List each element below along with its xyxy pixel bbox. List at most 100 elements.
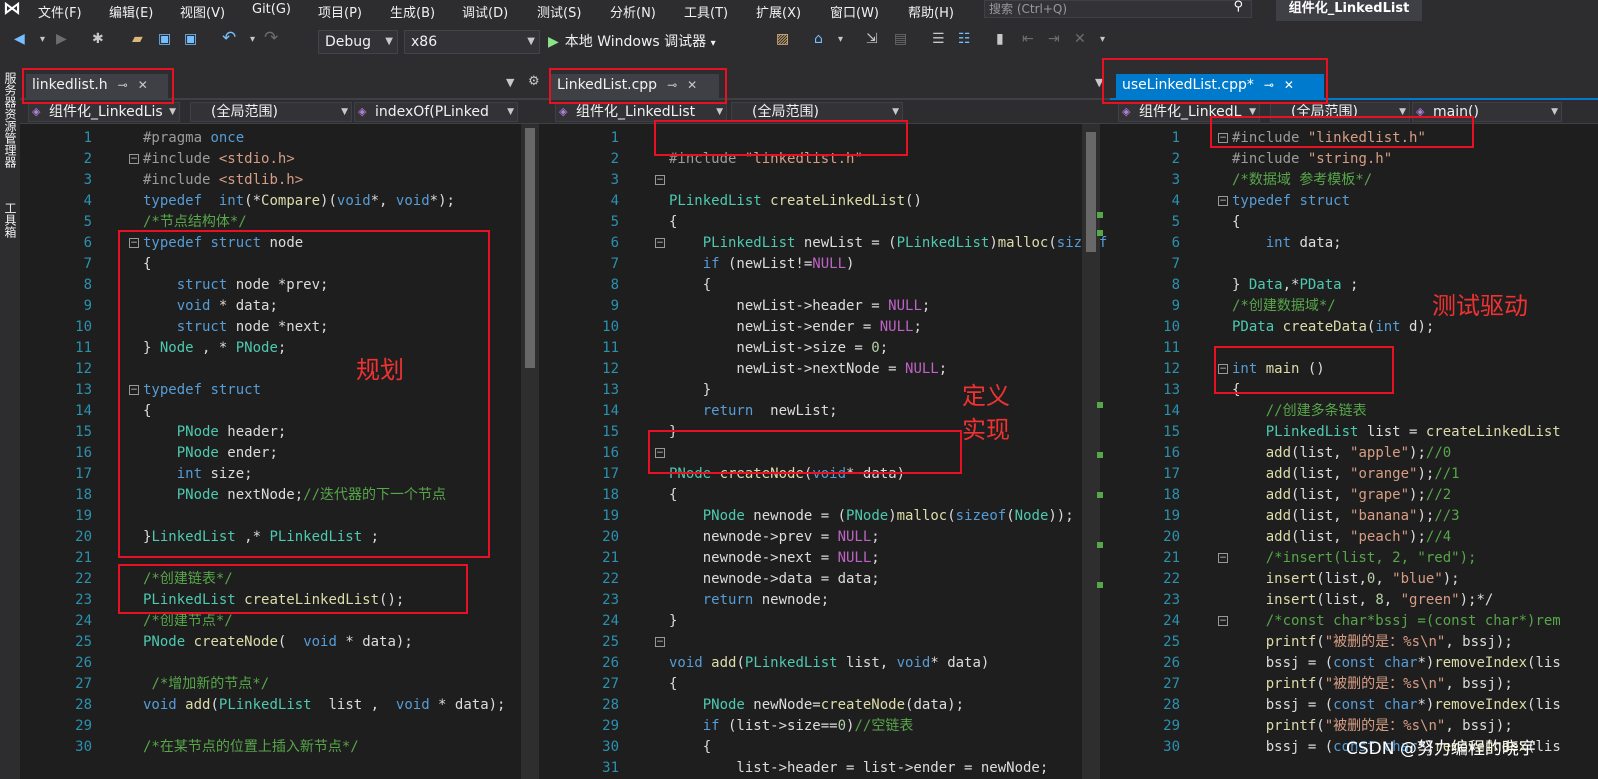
code-line[interactable]: 7 if (newList!=NULL): [547, 254, 1110, 275]
code-line[interactable]: 25 PNode createNode( void * data);: [20, 632, 547, 653]
fold-toggle-icon[interactable]: −: [1218, 196, 1228, 206]
code-line[interactable]: 4 typedef struct −: [1110, 191, 1598, 212]
vertical-scrollbar[interactable]: [521, 124, 539, 779]
code-line[interactable]: 3−: [547, 170, 1110, 191]
code-editor[interactable]: 1 #include "linkedlist.h" −2 #include "stri…: [1110, 124, 1598, 779]
code-line[interactable]: 27 printf("被删的是：%s\n", bssj);: [1110, 674, 1598, 695]
code-line[interactable]: 30 {: [547, 737, 1110, 758]
scroll-thumb[interactable]: [525, 128, 535, 368]
code-line[interactable]: 15 PLinkedList list = createLinkedList: [1110, 422, 1598, 443]
code-line[interactable]: 29 if (list->size==0)//空链表: [547, 716, 1110, 737]
new-project-icon[interactable]: ✱: [92, 31, 104, 47]
fold-toggle-icon[interactable]: −: [1218, 553, 1228, 563]
search-box[interactable]: 搜索 (Ctrl+Q) ⚲: [984, 0, 1252, 18]
menu-view[interactable]: 视图(V): [180, 2, 225, 21]
fold-toggle-icon[interactable]: −: [1218, 616, 1228, 626]
code-line[interactable]: 6 int data;: [1110, 233, 1598, 254]
browser-icon[interactable]: ⌂: [814, 31, 823, 47]
code-line[interactable]: 28 PNode newNode=createNode(data);: [547, 695, 1110, 716]
code-line[interactable]: 28 bssj = (const char*)removeIndex(lis: [1110, 695, 1598, 716]
code-line[interactable]: 6 PLinkedList newList = (PLinkedList)mal…: [547, 233, 1110, 254]
back-icon[interactable]: ◀: [14, 31, 25, 47]
code-line[interactable]: 25 −: [547, 632, 1110, 653]
code-line[interactable]: 4 typedef int(*Compare)(void*, void*);: [20, 191, 547, 212]
platform-dropdown[interactable]: x86 ▼: [404, 30, 540, 54]
layout-icon[interactable]: ▤: [894, 31, 907, 47]
code-line[interactable]: 21 /*insert(list, 2, "red"); −: [1110, 548, 1598, 569]
code-line[interactable]: 19 PNode newnode = (PNode)malloc(sizeof(…: [547, 506, 1110, 527]
scroll-thumb[interactable]: [1086, 132, 1096, 252]
code-line[interactable]: 30 /*在某节点的位置上插入新节点*/: [20, 737, 547, 758]
back-dropdown-icon[interactable]: ▾: [40, 34, 45, 45]
redo-icon[interactable]: ↷: [264, 28, 278, 48]
code-line[interactable]: 14 return newList;: [547, 401, 1110, 422]
code-line[interactable]: 24 /*创建节点*/: [20, 611, 547, 632]
code-line[interactable]: 31 list->header = list->ender = newNode;: [547, 758, 1110, 779]
menu-edit[interactable]: 编辑(E): [109, 2, 153, 21]
step-icon[interactable]: ⇲: [866, 31, 878, 47]
fold-toggle-icon[interactable]: −: [655, 238, 665, 248]
fold-toggle-icon[interactable]: −: [655, 637, 665, 647]
code-line[interactable]: 18 {: [547, 485, 1110, 506]
project-dropdown[interactable]: ◈ 组件化_LinkedLis ▼: [28, 102, 180, 122]
menu-tools[interactable]: 工具(T): [684, 2, 728, 21]
code-line[interactable]: 1 #pragma once: [20, 128, 547, 149]
code-line[interactable]: 3 /*数据域 参考模板*/: [1110, 170, 1598, 191]
open-folder-icon[interactable]: ▰: [132, 31, 143, 47]
code-line[interactable]: 3 #include <stdlib.h>: [20, 170, 547, 191]
code-line[interactable]: 7: [1110, 254, 1598, 275]
code-line[interactable]: 26 bssj = (const char*)removeIndex(lis: [1110, 653, 1598, 674]
code-line[interactable]: 11 newList->size = 0;: [547, 338, 1110, 359]
code-line[interactable]: 17 add(list, "orange");//1: [1110, 464, 1598, 485]
code-line[interactable]: 28 void add(PLinkedList list , void * dat…: [20, 695, 547, 716]
project-dropdown[interactable]: ◈ 组件化_LinkedList ▼: [555, 102, 727, 122]
code-line[interactable]: 9 newList->header = NULL;: [547, 296, 1110, 317]
prev-bookmark-icon[interactable]: ⇤: [1022, 31, 1034, 47]
code-line[interactable]: 29: [20, 716, 547, 737]
code-line[interactable]: 19 add(list, "banana");//3: [1110, 506, 1598, 527]
code-line[interactable]: 24 /*const char*bssj =(const char*)rem −: [1110, 611, 1598, 632]
server-explorer-tab[interactable]: 服务器资源管理器: [2, 72, 19, 168]
config-dropdown[interactable]: Debug ▼: [318, 30, 398, 54]
menu-build[interactable]: 生成(B): [390, 2, 435, 21]
bookmark-icon[interactable]: ▮: [996, 31, 1004, 47]
menu-extensions[interactable]: 扩展(X): [756, 2, 801, 21]
save-icon[interactable]: ▣: [158, 31, 171, 47]
code-line[interactable]: 23 return newnode;: [547, 590, 1110, 611]
code-line[interactable]: 10 newList->ender = NULL;: [547, 317, 1110, 338]
browser-dropdown-icon[interactable]: ▾: [838, 34, 843, 45]
forward-icon[interactable]: ▶: [56, 31, 67, 47]
undo-dropdown-icon[interactable]: ▾: [250, 34, 255, 45]
code-line[interactable]: 24}: [547, 611, 1110, 632]
code-line[interactable]: 26 void add(PLinkedList list, void* data): [547, 653, 1110, 674]
clear-bookmarks-icon[interactable]: ✕: [1074, 31, 1086, 47]
code-line[interactable]: 14 //创建多条链表: [1110, 401, 1598, 422]
code-line[interactable]: 27 /*增加新的节点*/: [20, 674, 547, 695]
member-dropdown[interactable]: ◈ indexOf(PLinked ▼: [354, 102, 518, 122]
code-line[interactable]: 5{: [547, 212, 1110, 233]
save-all-icon[interactable]: ▣: [184, 31, 197, 47]
scope-dropdown[interactable]: (全局范围) ▼: [731, 102, 903, 122]
code-line[interactable]: 18 add(list, "grape");//2: [1110, 485, 1598, 506]
code-line[interactable]: 2 #include <stdio.h> −: [20, 149, 547, 170]
menu-analyze[interactable]: 分析(N): [610, 2, 656, 21]
code-line[interactable]: 20 add(list, "peach");//4: [1110, 527, 1598, 548]
code-line[interactable]: 27 {: [547, 674, 1110, 695]
menu-help[interactable]: 帮助(H): [908, 2, 954, 21]
code-line[interactable]: 22 newnode->data = data;: [547, 569, 1110, 590]
settings-gear-icon[interactable]: ⚙: [528, 74, 540, 89]
code-line[interactable]: 12 newList->nextNode = NULL;: [547, 359, 1110, 380]
menu-debug[interactable]: 调试(D): [462, 2, 508, 21]
next-bookmark-icon[interactable]: ⇥: [1048, 31, 1060, 47]
fold-toggle-icon[interactable]: −: [129, 154, 139, 164]
toolbox-tab[interactable]: 工具箱: [2, 202, 19, 238]
tab-list-dropdown-icon[interactable]: ▼: [506, 76, 514, 89]
code-line[interactable]: 20 newnode->prev = NULL;: [547, 527, 1110, 548]
code-line[interactable]: 13 }: [547, 380, 1110, 401]
code-line[interactable]: 22 insert(list,0, "blue");: [1110, 569, 1598, 590]
code-line[interactable]: 4 PLinkedList createLinkedList(): [547, 191, 1110, 212]
code-line[interactable]: 16 add(list, "apple");//0: [1110, 443, 1598, 464]
undo-icon[interactable]: ↶: [222, 28, 236, 48]
code-line[interactable]: 25 printf("被删的是：%s\n", bssj);: [1110, 632, 1598, 653]
uncomment-icon[interactable]: ☷: [958, 31, 971, 47]
